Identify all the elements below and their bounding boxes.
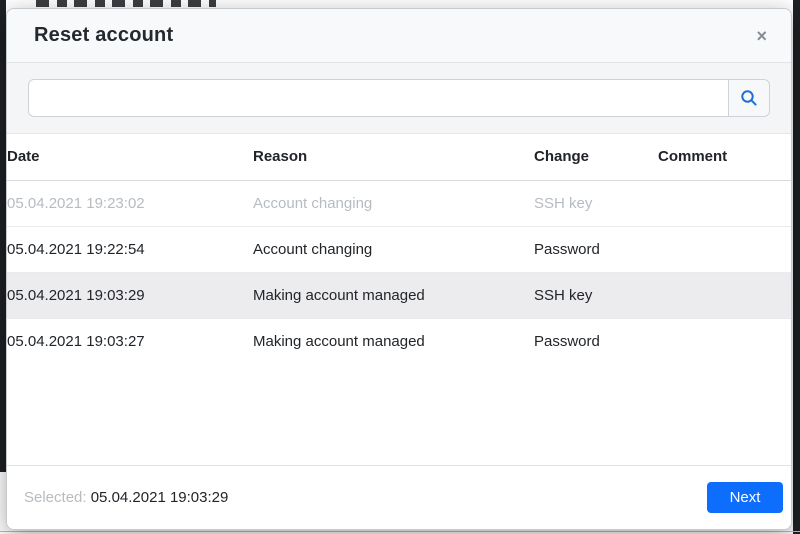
history-table: Date Reason Change Comment 05.04.2021 19…	[7, 134, 791, 364]
cell-change[interactable]: Password	[534, 318, 658, 364]
dialog-title: Reset account	[34, 24, 174, 46]
search-icon	[740, 89, 758, 107]
cell-date[interactable]: 05.04.2021 19:22:54	[7, 226, 253, 273]
column-header-date: Date	[7, 134, 253, 181]
cell-comment	[658, 180, 791, 227]
column-header-change: Change	[534, 134, 658, 181]
selected-label: Selected:	[24, 489, 87, 506]
column-header-comment: Comment	[658, 134, 791, 181]
cell-change[interactable]: Password	[534, 226, 658, 273]
close-icon[interactable]: ×	[750, 23, 773, 49]
table-row-selected[interactable]: 05.04.2021 19:03:29 Making account manag…	[7, 272, 791, 319]
cell-reason[interactable]: Account changing	[253, 226, 534, 273]
search-input[interactable]	[28, 79, 728, 117]
search-button[interactable]	[728, 79, 770, 117]
selected-info: Selected: 05.04.2021 19:03:29	[24, 489, 228, 506]
cell-date[interactable]: 05.04.2021 19:03:27	[7, 318, 253, 364]
reset-account-dialog: Reset account × Date Reason Change Comme…	[6, 8, 792, 530]
cell-comment[interactable]	[658, 272, 791, 319]
column-header-reason: Reason	[253, 134, 534, 181]
table-header-row: Date Reason Change Comment	[7, 134, 791, 181]
selected-value: 05.04.2021 19:03:29	[90, 489, 229, 506]
cell-date[interactable]: 05.04.2021 19:03:29	[7, 272, 253, 319]
cell-change[interactable]: SSH key	[534, 272, 658, 319]
background-bottom-line	[0, 531, 800, 532]
dialog-footer: Selected: 05.04.2021 19:03:29 Next	[7, 465, 791, 529]
cell-comment[interactable]	[658, 318, 791, 364]
cell-reason[interactable]: Making account managed	[253, 318, 534, 364]
search-section	[7, 63, 791, 134]
background-heading-fragment	[36, 0, 216, 7]
search-input-group	[28, 79, 770, 117]
cell-date: 05.04.2021 19:23:02	[7, 180, 253, 227]
cell-reason[interactable]: Making account managed	[253, 272, 534, 319]
cell-change: SSH key	[534, 180, 658, 227]
dialog-header: Reset account ×	[7, 9, 791, 63]
background-right-edge	[793, 0, 800, 534]
table-row[interactable]: 05.04.2021 19:22:54 Account changing Pas…	[7, 226, 791, 273]
cell-reason: Account changing	[253, 180, 534, 227]
cell-comment[interactable]	[658, 226, 791, 273]
table-row: 05.04.2021 19:23:02 Account changing SSH…	[7, 180, 791, 227]
next-button[interactable]: Next	[707, 482, 783, 513]
table-empty-space	[7, 364, 791, 465]
table-row[interactable]: 05.04.2021 19:03:27 Making account manag…	[7, 318, 791, 364]
